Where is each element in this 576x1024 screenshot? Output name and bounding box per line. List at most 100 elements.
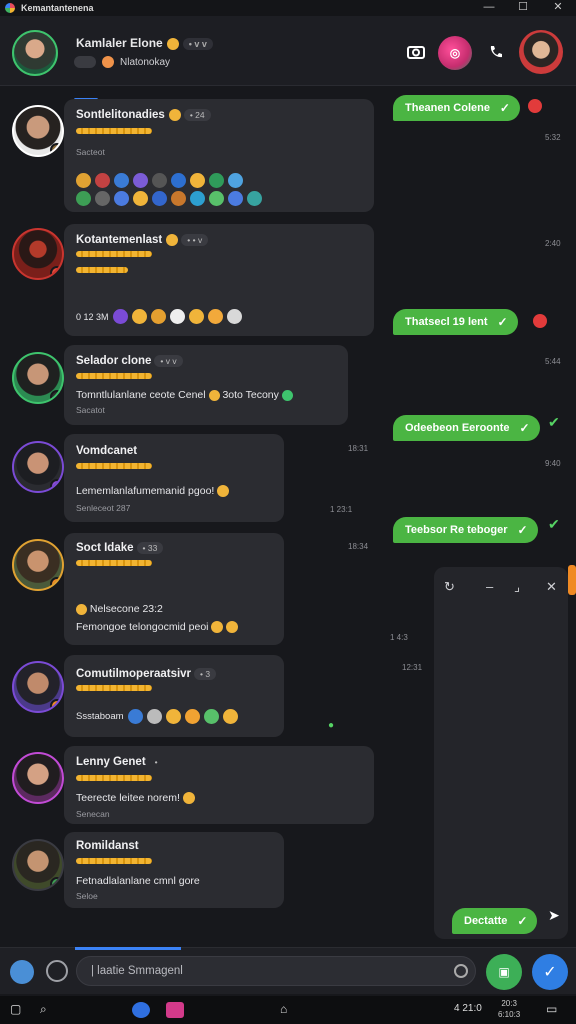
status-pill <box>74 56 96 68</box>
schedule-icon[interactable] <box>454 964 468 978</box>
reaction-icon[interactable] <box>247 191 262 206</box>
contact-status: Nlatonokay <box>74 56 170 68</box>
scrollbar-thumb[interactable] <box>568 565 576 595</box>
reaction-icon[interactable] <box>171 173 186 188</box>
reaction-icon[interactable] <box>114 191 129 206</box>
search-icon[interactable]: ⌕ <box>40 1002 47 1018</box>
user-avatar[interactable] <box>10 960 34 984</box>
notification-icon[interactable]: ▭ <box>546 1002 557 1018</box>
close-button[interactable]: ✕ <box>541 0 575 16</box>
live-icon[interactable]: ◎ <box>438 36 472 70</box>
sender-avatar[interactable] <box>12 752 64 804</box>
reaction-icon[interactable] <box>150 309 166 324</box>
status-badge: • v v <box>182 37 213 50</box>
sender-avatar[interactable] <box>12 661 64 713</box>
expand-panel-icon[interactable]: ⌟ <box>514 579 520 595</box>
sender-name[interactable]: Selador clone • v v <box>76 355 183 367</box>
sender-name[interactable]: Kotantemenlast • • v <box>76 234 209 246</box>
reaction-icon[interactable] <box>114 173 129 188</box>
reaction-icon[interactable] <box>203 709 219 724</box>
close-panel-icon[interactable]: ✕ <box>546 579 557 595</box>
emoji-icon <box>166 234 179 246</box>
reaction-icon[interactable] <box>209 173 224 188</box>
sender-avatar[interactable] <box>12 105 64 157</box>
reaction-icon[interactable] <box>190 173 205 188</box>
reaction-icon[interactable] <box>133 173 148 188</box>
reaction-icon[interactable] <box>127 709 143 724</box>
reaction-row[interactable] <box>76 173 243 188</box>
reaction-icon[interactable] <box>184 709 200 724</box>
reaction-icon[interactable] <box>222 709 238 724</box>
reaction-icon[interactable] <box>152 173 167 188</box>
sent-message-bubble[interactable]: Theanen Colene ✓ <box>393 95 520 121</box>
reaction-icon[interactable] <box>131 309 147 324</box>
voice-icon[interactable] <box>46 960 68 982</box>
timestamp: 2:40 <box>545 239 561 248</box>
message-list[interactable]: Sontlelitonadies • 24 Sacteot 5:32 Theane… <box>0 87 576 947</box>
sender-name[interactable]: Vomdcanet <box>76 445 137 457</box>
reaction-icon[interactable] <box>165 709 181 724</box>
reaction-icon[interactable] <box>152 191 167 206</box>
delivered-check-icon: ✔ <box>548 516 560 532</box>
contact-avatar[interactable] <box>12 30 58 76</box>
user-avatar[interactable] <box>519 30 563 74</box>
camera-icon[interactable] <box>402 38 430 66</box>
sent-message-bubble[interactable]: Odeebeon Eeroonte ✓ <box>393 415 540 441</box>
browser-icon[interactable] <box>132 1002 150 1018</box>
reaction-icon[interactable] <box>228 173 243 188</box>
reaction-row[interactable] <box>76 191 262 206</box>
sender-avatar[interactable] <box>12 441 64 493</box>
reaction-icon[interactable] <box>95 191 110 206</box>
read-check-icon: ✓ <box>517 914 528 928</box>
sender-name[interactable]: Comutilmoperaatsivr • 3 <box>76 668 217 680</box>
sent-message-bubble[interactable]: Thatsecl 19 lent ✓ <box>393 309 518 335</box>
reaction-icon[interactable] <box>76 191 91 206</box>
emoji-icon <box>281 389 293 401</box>
reaction-icon[interactable] <box>228 191 243 206</box>
reaction-icon[interactable] <box>188 309 204 324</box>
minimize-panel-icon[interactable]: – <box>486 579 493 594</box>
sender-name[interactable]: Lenny Genet • <box>76 756 164 768</box>
sent-message-bubble[interactable]: Teebsor Re teboger ✓ <box>393 517 538 543</box>
reaction-icon[interactable] <box>207 309 223 324</box>
reaction-icon[interactable] <box>533 314 547 328</box>
reaction-icon[interactable] <box>133 191 148 206</box>
phone-icon[interactable] <box>482 38 510 66</box>
reaction-icon[interactable] <box>190 191 205 206</box>
home-icon[interactable]: ⌂ <box>280 1002 287 1018</box>
sender-avatar[interactable] <box>12 839 64 891</box>
reaction-icon[interactable] <box>171 191 186 206</box>
role-badge-icon <box>50 266 62 278</box>
reaction-row[interactable]: Ssstaboam <box>76 709 238 724</box>
app-icon[interactable] <box>166 1002 184 1018</box>
reaction-icon[interactable] <box>528 99 542 113</box>
reaction-icon[interactable] <box>169 309 185 324</box>
sender-name[interactable]: Romildanst <box>76 840 139 852</box>
media-panel[interactable]: ↻ – ⌟ ✕ <box>434 567 568 939</box>
message-subtext: Sacatot <box>76 405 105 415</box>
reaction-icon[interactable] <box>112 309 128 324</box>
reaction-icon[interactable] <box>226 309 242 324</box>
maximize-button[interactable]: ☐ <box>506 0 540 16</box>
reaction-icon[interactable] <box>146 709 162 724</box>
contact-name[interactable]: Kamlaler Elone • v v <box>76 36 213 50</box>
message-input[interactable] <box>76 956 476 986</box>
emoji-icon <box>182 792 195 805</box>
sender-name[interactable]: Soct Idake • 33 <box>76 542 164 554</box>
rank-bar <box>76 251 152 257</box>
reaction-row[interactable]: 0 12 3M <box>76 309 242 324</box>
sender-avatar[interactable] <box>12 352 64 404</box>
sent-message-bubble[interactable]: Dectatte ✓ <box>452 908 538 934</box>
message-subtext: Senecan <box>76 809 110 819</box>
reaction-icon[interactable] <box>95 173 110 188</box>
start-icon[interactable]: ▢ <box>10 1002 21 1018</box>
media-button[interactable]: ▣ <box>486 954 522 990</box>
reaction-icon[interactable] <box>209 191 224 206</box>
reaction-icon[interactable] <box>76 173 91 188</box>
sender-avatar[interactable] <box>12 228 64 280</box>
sender-avatar[interactable] <box>12 539 64 591</box>
refresh-icon[interactable]: ↻ <box>444 579 455 595</box>
send-button[interactable]: ✓ <box>532 954 568 990</box>
minimize-button[interactable]: — <box>472 0 506 16</box>
sender-name[interactable]: Sontlelitonadies • 24 <box>76 109 211 121</box>
